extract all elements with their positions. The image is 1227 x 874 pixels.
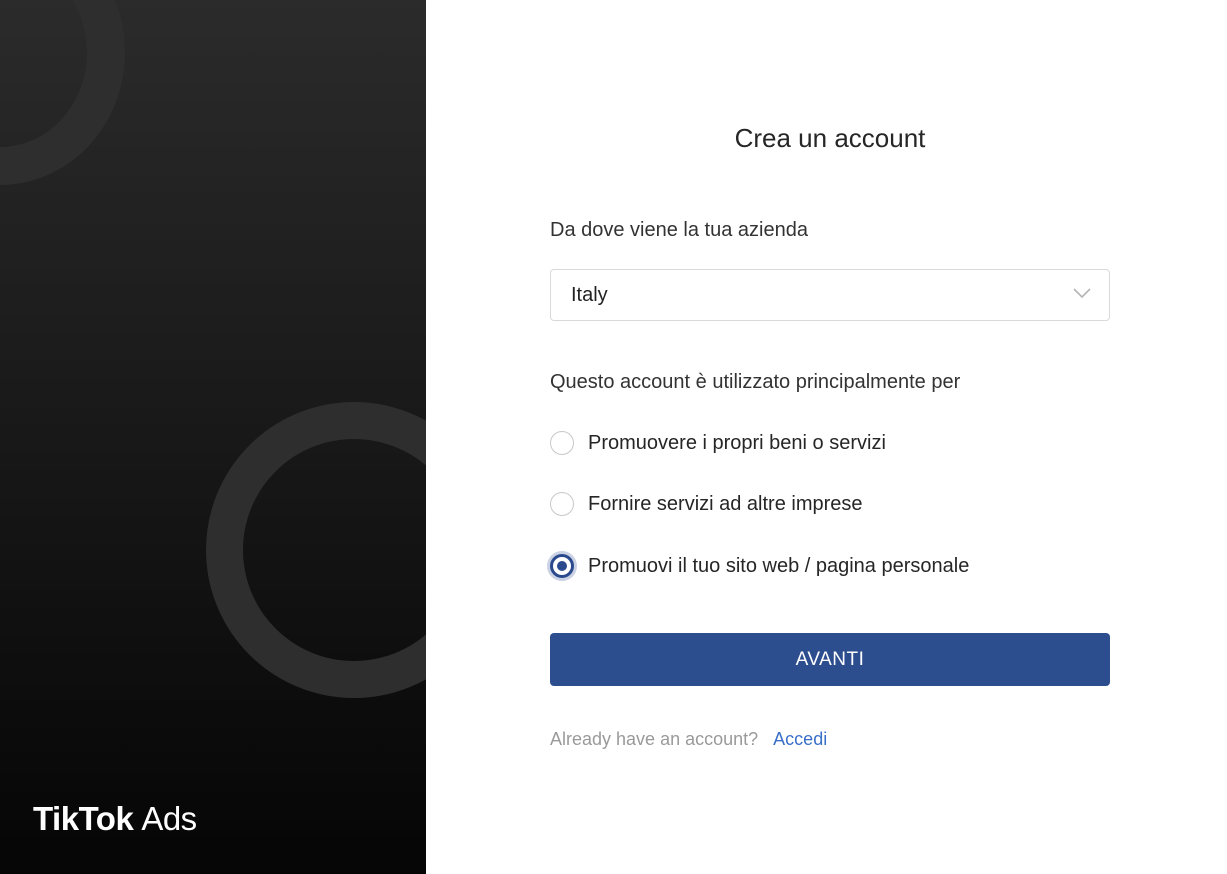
decorative-ring-top bbox=[0, 0, 125, 185]
radio-option-label: Promuovere i propri beni o servizi bbox=[588, 431, 886, 454]
logo-product-name: Ads bbox=[141, 800, 197, 837]
country-select[interactable]: Italy bbox=[550, 269, 1110, 321]
decorative-ring-middle bbox=[206, 402, 426, 698]
next-button[interactable]: AVANTI bbox=[550, 633, 1110, 686]
tiktok-ads-logo: TikTok Ads bbox=[33, 800, 197, 838]
radio-button-selected[interactable] bbox=[550, 554, 574, 578]
radio-option-label: Fornire servizi ad altre imprese bbox=[588, 492, 863, 515]
usage-label: Questo account è utilizzato principalmen… bbox=[550, 371, 961, 393]
radio-option-label: Promuovi il tuo sito web / pagina person… bbox=[588, 554, 970, 577]
country-label: Da dove viene la tua azienda bbox=[550, 219, 808, 241]
login-link[interactable]: Accedi bbox=[773, 729, 827, 749]
logo-brand-name: TikTok bbox=[33, 800, 134, 837]
country-select-value: Italy bbox=[571, 283, 608, 306]
radio-button[interactable] bbox=[550, 492, 574, 516]
brand-panel: TikTok Ads bbox=[0, 0, 426, 874]
radio-button[interactable] bbox=[550, 431, 574, 455]
page-title: Crea un account bbox=[734, 123, 926, 153]
login-prompt-text: Already have an account? bbox=[550, 729, 759, 749]
chevron-down-icon bbox=[1073, 288, 1091, 299]
radio-option-promote-goods[interactable]: Promuovere i propri beni o servizi bbox=[550, 431, 886, 455]
login-prompt-row: Already have an account? Accedi bbox=[550, 729, 827, 750]
radio-option-provide-services[interactable]: Fornire servizi ad altre imprese bbox=[550, 492, 863, 516]
radio-option-promote-website[interactable]: Promuovi il tuo sito web / pagina person… bbox=[550, 554, 969, 578]
